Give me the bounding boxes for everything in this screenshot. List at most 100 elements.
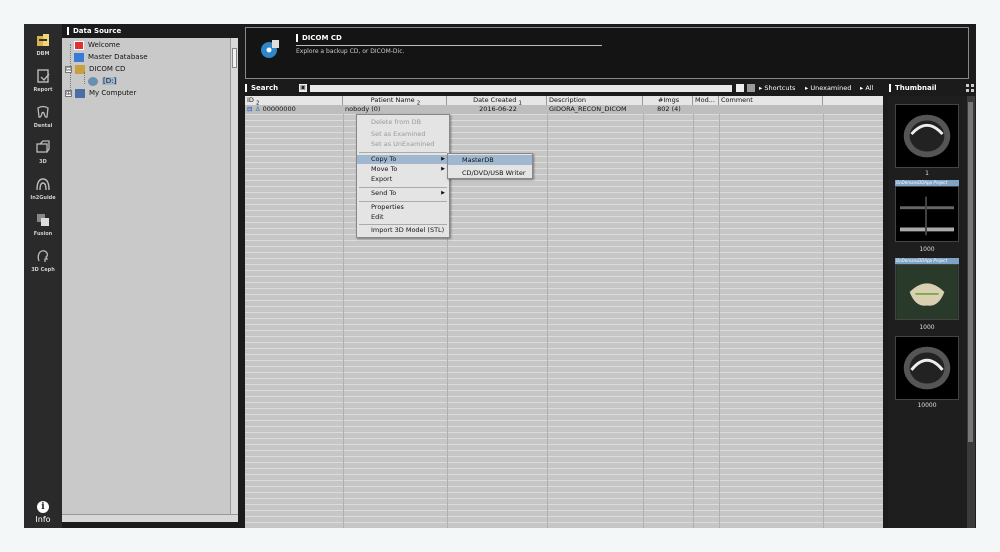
thumbnail-card[interactable]	[895, 186, 959, 242]
empty-row-divider	[245, 144, 883, 145]
menu-item-copy-to[interactable]: Copy To ▶	[357, 155, 449, 164]
empty-row-divider	[245, 282, 883, 283]
empty-row-divider	[245, 384, 883, 385]
computer-icon	[75, 88, 85, 98]
empty-row-divider	[245, 474, 883, 475]
filter-view-icon[interactable]	[747, 84, 755, 92]
menu-item-send-to[interactable]: Send To ▶	[357, 189, 449, 198]
empty-row-divider	[245, 330, 883, 331]
menu-item-set-as-unexamined[interactable]: Set as UnExamined	[357, 140, 449, 149]
empty-row-divider	[245, 414, 883, 415]
main-area: DICOM CD Explore a backup CD, or DICOM-D…	[242, 24, 976, 528]
empty-row-divider	[245, 156, 883, 157]
tool-label: 3D	[39, 159, 47, 165]
search-input[interactable]	[310, 85, 732, 92]
menu-item-export[interactable]: Export	[357, 175, 449, 184]
thumbnail-card[interactable]	[895, 264, 959, 320]
data-source-tree: Welcome Master Database ⊟ DICOM CD [D:] ⊞…	[62, 38, 230, 514]
empty-row-divider	[245, 486, 883, 487]
grid-view-icon[interactable]	[966, 84, 974, 92]
empty-row-divider	[245, 258, 883, 259]
fusion-icon	[35, 212, 51, 228]
empty-row-divider	[245, 396, 883, 397]
tree-item-master-database[interactable]: Master Database	[74, 51, 148, 63]
copy-to-submenu: MasterDB CD/DVD/USB Writer	[447, 153, 533, 179]
tooth-icon	[35, 104, 51, 120]
tree-label: DICOM CD	[89, 65, 126, 73]
table-row[interactable]: ⊟ ♙ 00000000 nobody (0) 2016-06-22 GIDOR…	[245, 105, 883, 114]
empty-row-divider	[245, 390, 883, 391]
submenu-item-cd-dvd-usb-writer[interactable]: CD/DVD/USB Writer	[448, 168, 532, 178]
tool-in2guide[interactable]: In2Guide	[24, 176, 62, 201]
tool-dental[interactable]: Dental	[24, 104, 62, 129]
tool-report[interactable]: Report	[24, 68, 62, 93]
tree-item-dicom-cd[interactable]: ⊟ DICOM CD	[65, 63, 125, 75]
cell-imgs: 802 (4)	[657, 105, 681, 113]
drive-icon	[88, 76, 98, 86]
filter-unexamined[interactable]: ▸ Unexamined	[805, 84, 851, 92]
expand-toggle[interactable]: ⊞	[65, 89, 72, 97]
column-imgs[interactable]: #Imgs	[643, 96, 693, 105]
empty-row-divider	[245, 324, 883, 325]
column-comment[interactable]: Comment	[719, 96, 823, 105]
filter-check-icon[interactable]	[736, 84, 744, 92]
empty-row-divider	[245, 276, 883, 277]
search-label: Search	[245, 84, 278, 92]
database-icon	[74, 52, 84, 62]
report-icon	[35, 68, 51, 84]
column-mod[interactable]: Mod...	[693, 96, 719, 105]
column-date-created[interactable]: Date Created 1	[447, 96, 547, 105]
filter-shortcuts[interactable]: ▸ Shortcuts	[759, 84, 795, 92]
menu-item-import-3d-model[interactable]: Import 3D Model (STL)	[357, 226, 449, 235]
menu-item-delete-from-db[interactable]: Delete from DB	[357, 118, 449, 127]
thumbnail-caption: 1000	[919, 246, 935, 253]
empty-row-divider	[245, 114, 883, 115]
tool-label: Dental	[33, 123, 53, 129]
menu-item-set-as-examined[interactable]: Set as Examined	[357, 130, 449, 139]
search-options-button[interactable]: ▣	[299, 84, 307, 92]
tool-fusion[interactable]: Fusion	[24, 212, 62, 237]
tree-item-welcome[interactable]: Welcome	[74, 39, 120, 51]
tool-3d-ceph[interactable]: 3D Ceph	[24, 248, 62, 273]
empty-row-divider	[245, 504, 883, 505]
empty-row-divider	[245, 480, 883, 481]
column-patient-name[interactable]: Patient Name 2	[343, 96, 447, 105]
cell-mod	[693, 105, 719, 114]
empty-row-divider	[245, 228, 883, 229]
thumbnail-card[interactable]	[895, 104, 959, 168]
empty-row-divider	[245, 246, 883, 247]
empty-row-divider	[245, 168, 883, 169]
thumbnail-scrollbar[interactable]	[967, 96, 975, 528]
collapse-toggle[interactable]: ⊟	[65, 65, 72, 73]
tool-label: Fusion	[33, 231, 53, 237]
guide-icon	[35, 176, 51, 192]
empty-row-divider	[245, 204, 883, 205]
thumbnail-card[interactable]	[895, 336, 959, 400]
tool-dbm[interactable]: DBM	[24, 32, 62, 57]
filter-all[interactable]: ▸ All	[860, 84, 873, 92]
menu-item-edit[interactable]: Edit	[357, 213, 449, 222]
empty-row-divider	[245, 408, 883, 409]
patient-icon: ⊟ ♙	[247, 105, 261, 113]
tree-horizontal-scrollbar[interactable]	[62, 514, 238, 522]
empty-row-divider	[245, 360, 883, 361]
info-icon: i	[37, 501, 49, 513]
tree-vertical-scrollbar[interactable]	[230, 38, 238, 514]
menu-item-properties[interactable]: Properties	[357, 203, 449, 212]
thumbnail-title: Thumbnail	[895, 84, 937, 92]
tree-item-my-computer[interactable]: ⊞ My Computer	[65, 87, 136, 99]
tree-label: My Computer	[89, 89, 137, 97]
submenu-item-masterdb[interactable]: MasterDB	[448, 155, 532, 165]
thumbnail-caption: 1000	[919, 324, 935, 331]
column-description[interactable]: Description	[547, 96, 643, 105]
menu-item-move-to[interactable]: Move To ▶	[357, 165, 449, 174]
empty-row-divider	[245, 468, 883, 469]
cell-date-created: 2016-06-22	[479, 105, 517, 113]
empty-row-divider	[245, 312, 883, 313]
tool-3d[interactable]: 3D	[24, 140, 62, 165]
thumbnail-caption: 10000	[917, 402, 937, 409]
ct-axial-image	[903, 114, 951, 158]
column-id[interactable]: ID 2	[245, 96, 343, 105]
tree-item-drive-d[interactable]: [D:]	[88, 75, 118, 87]
info-button[interactable]: i Info	[24, 501, 62, 524]
